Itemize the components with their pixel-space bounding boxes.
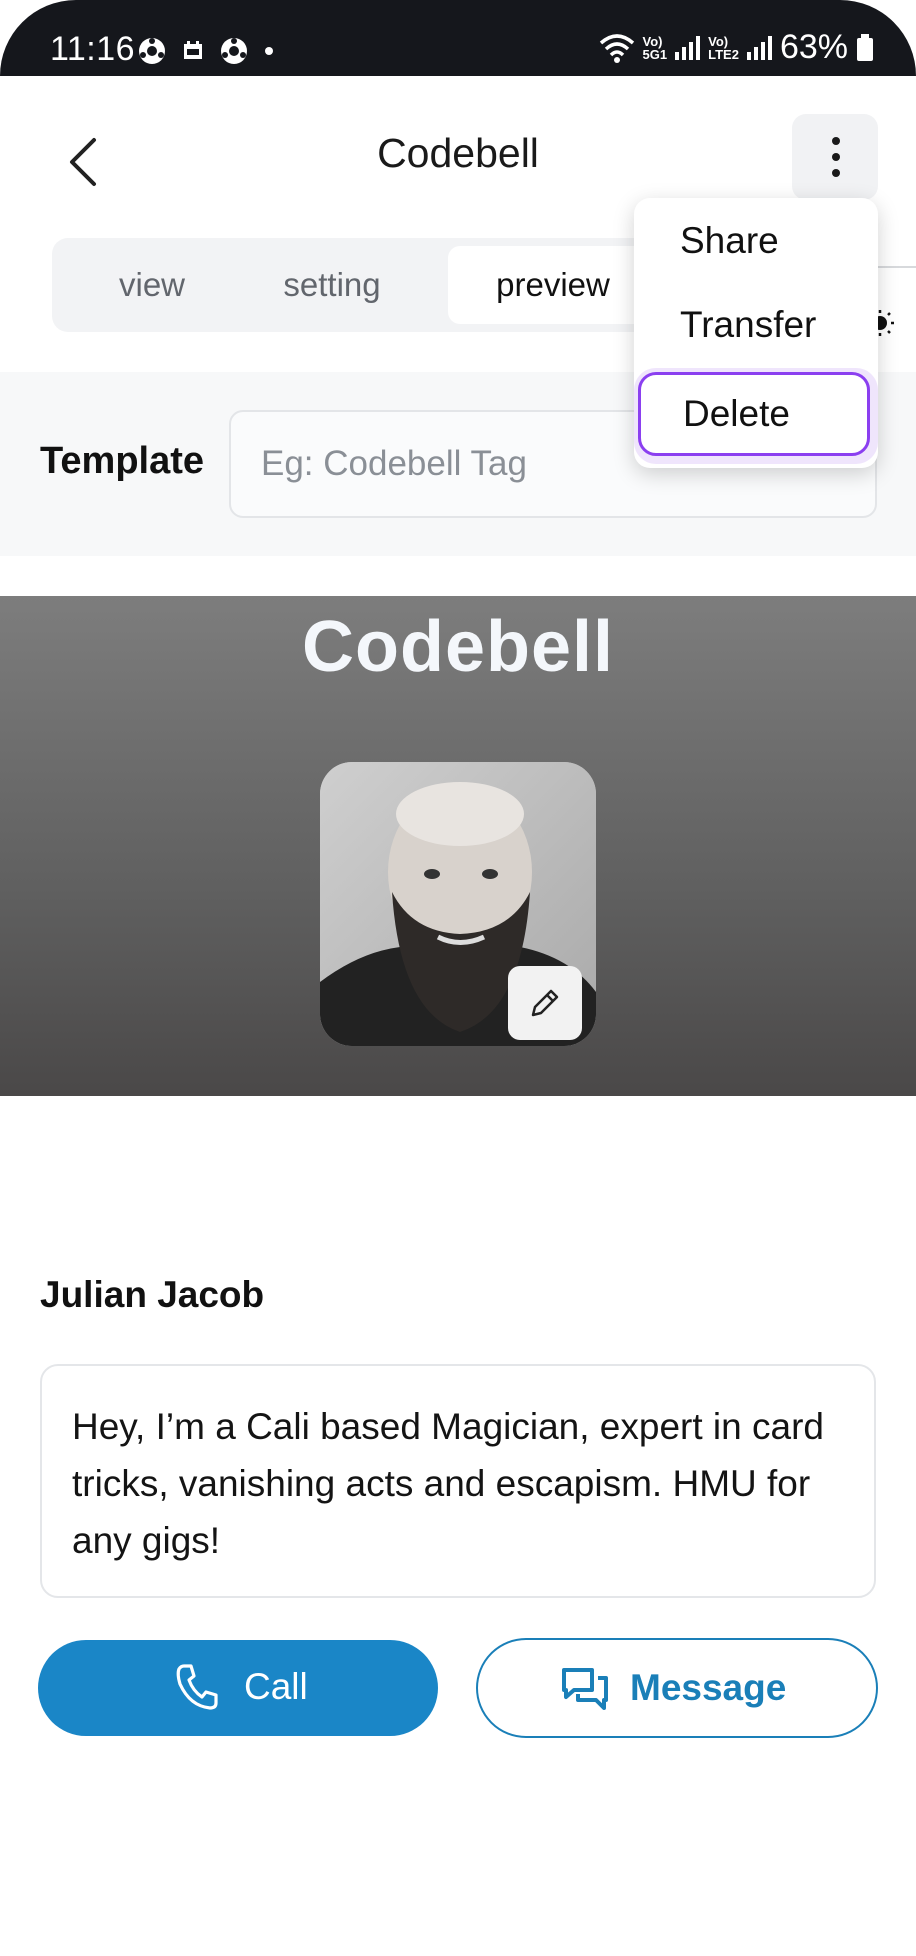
volte-label: Vo) <box>642 33 663 49</box>
status-system-icons: Vo) 5G1 Vo) LTE2 63% <box>599 28 874 67</box>
volte-label-2: Vo) <box>708 33 729 49</box>
tab-view[interactable]: view <box>72 246 232 324</box>
menu-item-delete[interactable]: Delete <box>638 372 870 456</box>
more-vertical-icon-dot-2 <box>832 153 840 161</box>
chat-icon <box>562 1668 608 1710</box>
net-5g-label: 5G1 <box>642 46 668 62</box>
card-header: Codebell <box>0 596 916 1096</box>
page-title: Codebell <box>377 130 539 176</box>
bio-text: Hey, I’m a Cali based Magician, expert i… <box>40 1364 876 1598</box>
status-time: 11:16 <box>50 30 136 68</box>
net-lte-label: LTE2 <box>708 46 739 62</box>
call-button[interactable]: Call <box>38 1640 438 1736</box>
more-vertical-icon-dot-3 <box>832 169 840 177</box>
status-notification-icons <box>136 35 274 67</box>
message-button[interactable]: Message <box>476 1638 878 1738</box>
signal-icon-1 <box>675 35 701 60</box>
menu-item-transfer[interactable]: Transfer <box>680 304 816 346</box>
signal-icon-2 <box>746 35 772 60</box>
app-notification-icon <box>139 38 165 64</box>
options-menu: Share Transfer Delete <box>634 198 878 468</box>
template-label: Template <box>40 440 205 482</box>
profile-name: Julian Jacob <box>40 1274 265 1315</box>
status-bar: 11:16 Vo) 5G1 Vo) LTE2 63% <box>0 0 916 76</box>
more-options-button[interactable] <box>792 114 878 200</box>
edit-avatar-button[interactable] <box>508 966 582 1040</box>
call-label: Call <box>244 1666 308 1707</box>
tab-preview[interactable]: preview <box>448 246 658 324</box>
calendar-notification-icon <box>184 41 202 59</box>
message-label: Message <box>630 1667 787 1708</box>
pencil-icon <box>531 989 559 1017</box>
battery-icon <box>857 33 873 61</box>
menu-item-share[interactable]: Share <box>680 220 779 262</box>
menu-item-delete-highlight: Delete <box>634 368 878 464</box>
delete-label: Delete <box>683 393 790 434</box>
network-label-1: Vo) 5G1 <box>643 35 668 61</box>
tab-setting[interactable]: setting <box>248 246 416 324</box>
tab-bar: view setting preview <box>52 238 658 332</box>
network-label-2: Vo) LTE2 <box>708 35 739 61</box>
phone-icon <box>176 1664 218 1710</box>
codebell-logo: Codebell <box>301 607 615 687</box>
app-notification-icon-2 <box>221 38 247 64</box>
more-vertical-icon-dot-1 <box>832 137 840 145</box>
wifi-icon <box>599 33 634 63</box>
battery-percent: 63% <box>779 28 848 66</box>
dot-icon <box>265 47 273 55</box>
